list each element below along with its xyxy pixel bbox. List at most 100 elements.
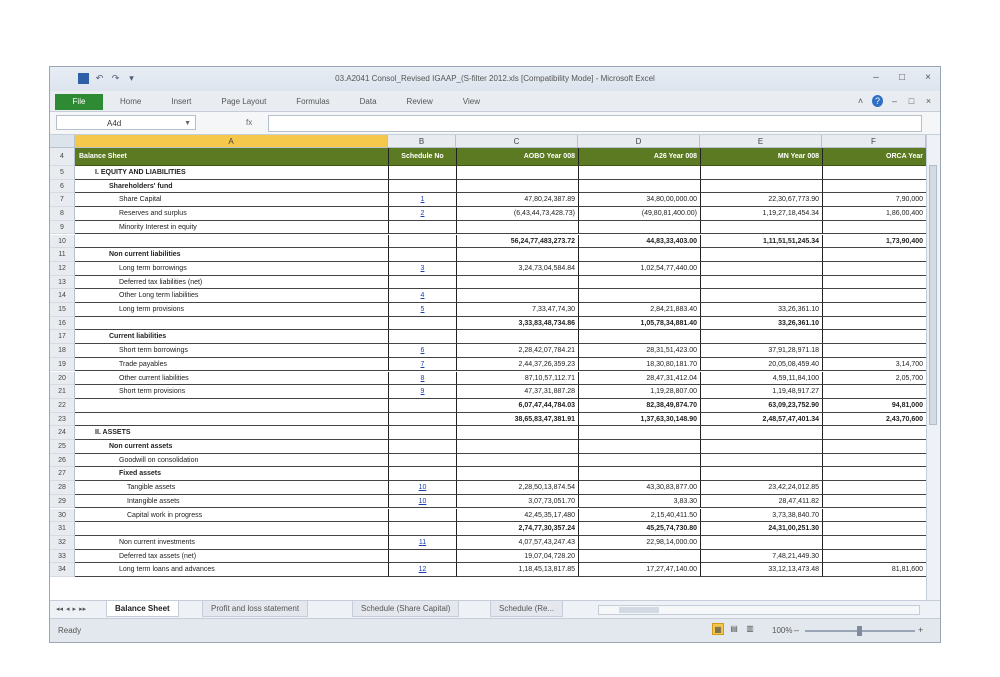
cell-label[interactable]: Long term provisions: [75, 303, 388, 317]
header-cell-e[interactable]: MN Year 008: [700, 148, 822, 166]
cell-value-c[interactable]: [456, 275, 578, 290]
column-header-e[interactable]: E: [700, 135, 822, 148]
cell-schedule-link[interactable]: 9: [388, 385, 456, 399]
cell-value-e[interactable]: 63,09,23,752.90: [700, 398, 822, 413]
row-header[interactable]: 34: [50, 563, 75, 577]
cell-value-d[interactable]: 43,30,83,877.00: [578, 481, 700, 495]
cell-value-d[interactable]: 44,83,33,403.00: [578, 234, 700, 249]
cell-value-d[interactable]: 18,30,80,181.70: [578, 357, 700, 372]
tab-review[interactable]: Review: [407, 97, 433, 106]
header-cell-d[interactable]: A26 Year 008: [578, 148, 700, 166]
normal-view-icon[interactable]: ▦: [712, 623, 724, 635]
cell-value-c[interactable]: [456, 453, 578, 468]
cell-value-f[interactable]: [822, 385, 926, 399]
cell-value-d[interactable]: 34,80,00,000.00: [578, 193, 700, 208]
row-header[interactable]: 29: [50, 494, 75, 509]
cell-schedule-link[interactable]: [388, 248, 456, 262]
cell-value-c[interactable]: 3,07,73,051.70: [456, 494, 578, 509]
row-header[interactable]: 24: [50, 426, 75, 440]
vertical-scroll-thumb[interactable]: [929, 165, 937, 425]
cell-label[interactable]: Minority Interest in equity: [75, 221, 388, 235]
cell-value-f[interactable]: 81,81,600: [822, 563, 926, 577]
first-sheet-button[interactable]: ◂◂: [56, 605, 63, 613]
cell-value-f[interactable]: [822, 316, 926, 331]
cell-schedule-link[interactable]: [388, 398, 456, 413]
cell-schedule-link[interactable]: 2: [388, 207, 456, 221]
cell-value-e[interactable]: [700, 248, 822, 262]
cell-value-f[interactable]: [822, 440, 926, 454]
cell-value-c[interactable]: [456, 220, 578, 235]
maximize-button[interactable]: □: [896, 72, 908, 84]
cell-label[interactable]: Long term borrowings: [75, 262, 388, 276]
cell-label[interactable]: [75, 522, 388, 536]
cell-value-f[interactable]: [822, 453, 926, 468]
cell-label[interactable]: Short term borrowings: [75, 344, 388, 358]
vertical-scrollbar[interactable]: [926, 135, 940, 600]
cell-value-c[interactable]: 42,45,35,17,480: [456, 508, 578, 523]
cell-value-e[interactable]: 1,11,51,51,245.34: [700, 234, 822, 249]
cell-value-e[interactable]: [700, 166, 822, 180]
cell-value-e[interactable]: 1,19,27,18,454.34: [700, 207, 822, 221]
cell-value-e[interactable]: [700, 440, 822, 454]
row-header[interactable]: 33: [50, 549, 75, 564]
tab-home[interactable]: Home: [120, 97, 141, 106]
close-button[interactable]: ×: [922, 72, 934, 84]
cell-label[interactable]: Share Capital: [75, 193, 388, 208]
header-cell-f[interactable]: ORCA Year: [822, 148, 926, 166]
row-header[interactable]: 7: [50, 193, 75, 208]
cell-value-c[interactable]: 56,24,77,483,273.72: [456, 234, 578, 249]
cell-value-c[interactable]: 87,10,57,112.71: [456, 371, 578, 386]
row-header[interactable]: 30: [50, 508, 75, 523]
cell-value-e[interactable]: [700, 467, 822, 482]
row-header[interactable]: 28: [50, 481, 75, 495]
cell-label[interactable]: Long term loans and advances: [75, 563, 388, 577]
cell-label[interactable]: II. ASSETS: [75, 426, 388, 440]
cell-schedule-link[interactable]: 11: [388, 535, 456, 550]
page-layout-view-icon[interactable]: ▤: [728, 623, 740, 635]
cell-schedule-link[interactable]: 7: [388, 357, 456, 372]
cell-value-d[interactable]: 2,84,21,883.40: [578, 303, 700, 317]
sheet-tab-profit-and-loss[interactable]: Profit and loss statement: [202, 601, 309, 617]
cell-value-c[interactable]: 2,28,50,13,874.54: [456, 481, 578, 495]
cell-value-f[interactable]: [822, 330, 926, 345]
select-all-corner[interactable]: [50, 135, 75, 148]
spreadsheet-grid[interactable]: A B C D E F 4 Balance Sheet Schedule No …: [50, 135, 940, 600]
cell-value-e[interactable]: [700, 289, 822, 303]
chevron-down-icon[interactable]: ▼: [184, 116, 191, 131]
cell-label[interactable]: [75, 317, 388, 331]
cell-value-d[interactable]: [578, 179, 700, 194]
cell-value-e[interactable]: 3,73,38,840.70: [700, 508, 822, 523]
cell-label[interactable]: Capital work in progress: [75, 509, 388, 523]
cell-value-d[interactable]: [578, 166, 700, 180]
header-cell-b[interactable]: Schedule No: [388, 148, 456, 166]
zoom-slider[interactable]: [805, 626, 915, 636]
cell-value-e[interactable]: 7,48,21,449.30: [700, 549, 822, 564]
cell-label[interactable]: Deferred tax assets (net): [75, 550, 388, 564]
cell-value-c[interactable]: 7,33,47,74,30: [456, 303, 578, 317]
cell-value-c[interactable]: 3,24,73,04,584.84: [456, 261, 578, 276]
cell-schedule-link[interactable]: [388, 508, 456, 523]
formula-input[interactable]: [268, 115, 922, 132]
cell-value-d[interactable]: 28,47,31,412.04: [578, 371, 700, 386]
cell-value-f[interactable]: [822, 248, 926, 262]
cell-schedule-link[interactable]: [388, 412, 456, 427]
cell-value-e[interactable]: 33,26,361.10: [700, 303, 822, 317]
row-header[interactable]: 16: [50, 316, 75, 331]
row-header[interactable]: 4: [50, 148, 75, 166]
cell-schedule-link[interactable]: [388, 467, 456, 482]
cell-value-e[interactable]: 1,19,48,917.27: [700, 385, 822, 399]
cell-value-d[interactable]: 45,25,74,730.80: [578, 522, 700, 536]
cell-value-c[interactable]: 1,18,45,13,817.85: [456, 563, 578, 577]
row-header[interactable]: 22: [50, 398, 75, 413]
cell-schedule-link[interactable]: [388, 220, 456, 235]
cell-value-e[interactable]: [700, 453, 822, 468]
cell-value-f[interactable]: [822, 426, 926, 440]
column-header-a[interactable]: A: [75, 135, 388, 148]
cell-value-e[interactable]: 37,91,28,971.18: [700, 344, 822, 358]
header-cell-a[interactable]: Balance Sheet: [75, 148, 388, 166]
row-header[interactable]: 23: [50, 412, 75, 427]
row-header[interactable]: 5: [50, 166, 75, 180]
cell-value-d[interactable]: [578, 220, 700, 235]
cell-value-d[interactable]: 1,02,54,77,440.00: [578, 261, 700, 276]
cell-value-c[interactable]: [456, 467, 578, 482]
